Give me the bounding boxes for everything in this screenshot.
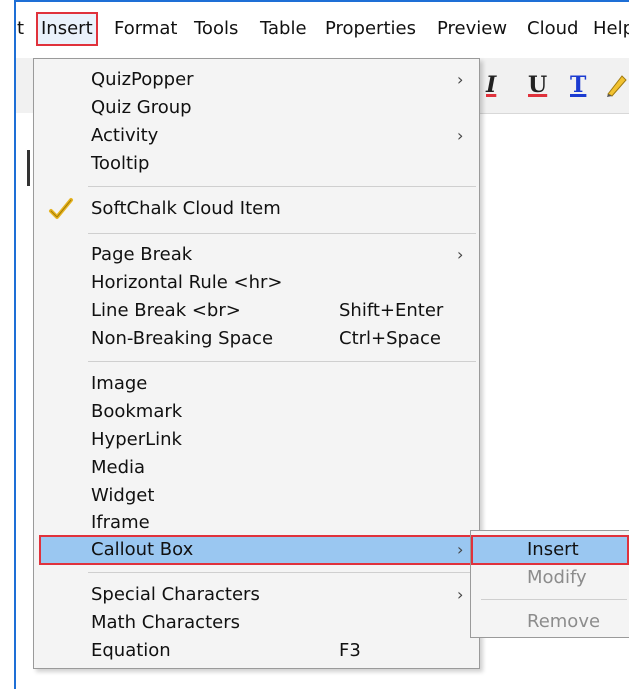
shortcut-label: F3 bbox=[339, 640, 361, 661]
menu-properties[interactable]: Properties bbox=[322, 14, 419, 44]
menu-preview[interactable]: Preview bbox=[434, 14, 510, 44]
menu-item-line-break[interactable]: Line Break <br> Shift+Enter bbox=[34, 297, 479, 325]
menu-item-equation[interactable]: Equation F3 bbox=[34, 637, 479, 665]
callout-box-submenu: Insert Modify Remove bbox=[470, 530, 629, 638]
menu-item-special-characters[interactable]: Special Characters › bbox=[34, 581, 479, 609]
underline-button[interactable]: U bbox=[528, 72, 547, 98]
menu-item-iframe[interactable]: Iframe bbox=[34, 509, 479, 537]
menu-bar: t Insert Format Tools Table Properties P… bbox=[16, 2, 629, 58]
menu-format[interactable]: Format bbox=[111, 14, 180, 44]
menu-cloud[interactable]: Cloud bbox=[524, 14, 581, 44]
menu-item-callout-box[interactable]: Callout Box › bbox=[39, 535, 474, 565]
menu-item-hyperlink[interactable]: HyperLink bbox=[34, 426, 479, 454]
chevron-right-icon: › bbox=[457, 540, 464, 559]
menu-separator bbox=[481, 599, 627, 600]
menu-item-non-breaking-space[interactable]: Non-Breaking Space Ctrl+Space bbox=[34, 325, 479, 353]
menu-separator bbox=[88, 572, 476, 573]
menu-item-math-characters[interactable]: Math Characters bbox=[34, 609, 479, 637]
menu-item-quizpopper[interactable]: QuizPopper › bbox=[34, 66, 479, 94]
italic-button[interactable]: I bbox=[486, 72, 496, 98]
toolbar-left-fragment bbox=[16, 58, 34, 113]
highlighter-icon[interactable] bbox=[606, 72, 629, 98]
menu-item-horizontal-rule[interactable]: Horizontal Rule <hr> bbox=[34, 269, 479, 297]
menu-item-page-break[interactable]: Page Break › bbox=[34, 241, 479, 269]
chevron-right-icon: › bbox=[457, 126, 464, 145]
chevron-right-icon: › bbox=[457, 70, 464, 89]
text-color-button[interactable]: T bbox=[570, 72, 586, 98]
menu-item-quiz-group[interactable]: Quiz Group bbox=[34, 94, 479, 122]
menu-table[interactable]: Table bbox=[257, 14, 310, 44]
insert-dropdown-menu: QuizPopper › Quiz Group Activity › Toolt… bbox=[33, 58, 480, 669]
submenu-item-remove: Remove bbox=[527, 611, 601, 632]
menu-item-activity[interactable]: Activity › bbox=[34, 122, 479, 150]
menu-edit-partial[interactable]: t bbox=[14, 14, 27, 44]
menu-item-bookmark[interactable]: Bookmark bbox=[34, 398, 479, 426]
menu-insert[interactable]: Insert bbox=[36, 12, 98, 46]
chevron-right-icon: › bbox=[457, 585, 464, 604]
menu-item-media[interactable]: Media bbox=[34, 454, 479, 482]
chevron-right-icon: › bbox=[457, 245, 464, 264]
menu-item-softchalk-cloud-item[interactable]: SoftChalk Cloud Item bbox=[34, 195, 479, 223]
menu-item-widget[interactable]: Widget bbox=[34, 482, 479, 510]
menu-separator bbox=[88, 361, 476, 362]
shortcut-label: Ctrl+Space bbox=[339, 328, 441, 349]
menu-help[interactable]: Help bbox=[590, 14, 629, 44]
text-cursor bbox=[27, 150, 30, 186]
menu-separator bbox=[88, 186, 476, 187]
menu-tools[interactable]: Tools bbox=[191, 14, 241, 44]
menu-separator bbox=[88, 233, 476, 234]
submenu-item-modify: Modify bbox=[527, 567, 587, 588]
submenu-item-insert[interactable]: Insert bbox=[471, 535, 629, 565]
shortcut-label: Shift+Enter bbox=[339, 300, 444, 321]
check-icon bbox=[49, 198, 73, 219]
menu-item-tooltip[interactable]: Tooltip bbox=[34, 150, 479, 178]
menu-item-image[interactable]: Image bbox=[34, 370, 479, 398]
